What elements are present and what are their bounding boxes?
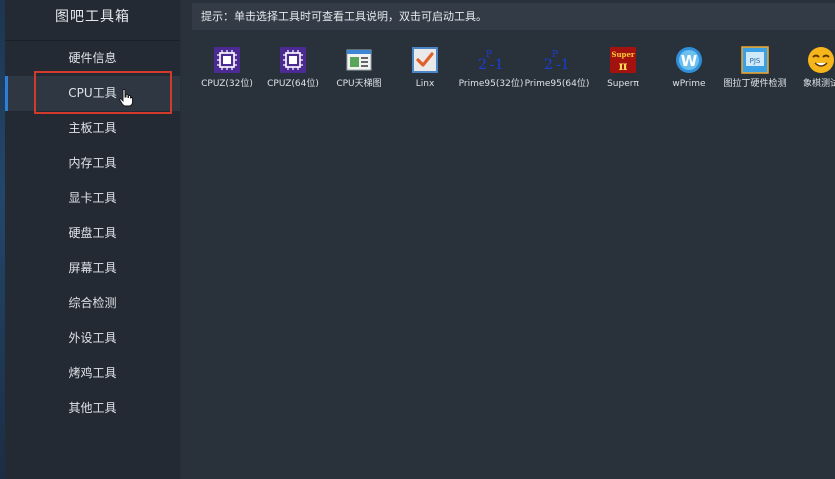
sidebar-item-other-tools[interactable]: 其他工具 <box>5 391 180 426</box>
tool-label: 图拉丁硬件检测 <box>723 79 787 89</box>
tool-linx[interactable]: Linx <box>392 46 458 90</box>
sidebar-item-peripheral-tools[interactable]: 外设工具 <box>5 321 180 356</box>
superpi-icon: Super π <box>609 46 637 74</box>
tool-cpu-ladder-chart[interactable]: CPU天梯图 <box>326 46 392 90</box>
sidebar-item-cpu-tools[interactable]: CPU工具 <box>5 76 180 111</box>
tool-label: Prime95(64位) <box>524 79 590 89</box>
wprime-icon: W <box>675 46 703 74</box>
checkbox-icon <box>411 46 439 74</box>
prime95-icon: 2 P -1 <box>543 46 571 74</box>
prime95-icon: 2 P -1 <box>477 46 505 74</box>
cpuz-icon <box>279 46 307 74</box>
sidebar-item-memory-tools[interactable]: 内存工具 <box>5 146 180 181</box>
svg-text:-1: -1 <box>556 57 570 73</box>
sidebar-item-hardware-info[interactable]: 硬件信息 <box>5 41 180 76</box>
tool-cpuz-64[interactable]: CPUZ(64位) <box>260 46 326 90</box>
tool-prime95-64[interactable]: 2 P -1 Prime95(64位) <box>524 46 590 90</box>
svg-text:π: π <box>619 59 628 73</box>
tool-pjs-hardware-detect[interactable]: PJS 图拉丁硬件检测 <box>722 46 788 90</box>
pjs-icon: PJS <box>741 46 769 74</box>
sidebar-item-comprehensive-test[interactable]: 综合检测 <box>5 286 180 321</box>
sidebar-item-stress-tools[interactable]: 烤鸡工具 <box>5 356 180 391</box>
chart-window-icon <box>345 46 373 74</box>
tool-label: CPUZ(32位) <box>201 79 253 89</box>
tool-label: 象棋测试 <box>802 79 835 89</box>
main-panel: 提示：单击选择工具时可查看工具说明，双击可启动工具。 CPUZ(32位) CPU… <box>181 0 835 479</box>
tool-prime95-32[interactable]: 2 P -1 Prime95(32位) <box>458 46 524 90</box>
sidebar-item-gpu-tools[interactable]: 显卡工具 <box>5 181 180 216</box>
svg-text:-1: -1 <box>490 57 504 73</box>
sidebar-item-disk-tools[interactable]: 硬盘工具 <box>5 216 180 251</box>
tool-label: CPUZ(64位) <box>267 79 319 89</box>
tool-label: Prime95(32位) <box>458 79 524 89</box>
tool-label: Superπ <box>607 79 639 89</box>
tool-grid: CPUZ(32位) CPUZ(64位) CPU天梯图 Linx 2 P -1 P… <box>194 46 835 90</box>
app-title: 图吧工具箱 <box>5 0 180 41</box>
tool-label: CPU天梯图 <box>336 79 382 89</box>
tool-label: wPrime <box>672 79 706 89</box>
svg-text:W: W <box>681 52 698 70</box>
tool-label: Linx <box>415 79 435 89</box>
tool-wprime[interactable]: W wPrime <box>656 46 722 90</box>
hand-cursor-icon <box>119 89 133 107</box>
sidebar: 图吧工具箱 硬件信息 CPU工具 主板工具 内存工具 显卡工具 硬盘工具 屏幕工… <box>5 0 180 479</box>
tool-superpi[interactable]: Super π Superπ <box>590 46 656 90</box>
hint-bar: 提示：单击选择工具时可查看工具说明，双击可启动工具。 <box>192 3 835 30</box>
svg-text:Super: Super <box>611 50 634 59</box>
sidebar-item-screen-tools[interactable]: 屏幕工具 <box>5 251 180 286</box>
tool-chess-test[interactable]: 象棋测试 <box>788 46 835 90</box>
tool-cpuz-32[interactable]: CPUZ(32位) <box>194 46 260 90</box>
smiley-icon <box>807 46 835 74</box>
cpuz-icon <box>213 46 241 74</box>
sidebar-item-motherboard-tools[interactable]: 主板工具 <box>5 111 180 146</box>
svg-text:PJS: PJS <box>750 57 761 65</box>
